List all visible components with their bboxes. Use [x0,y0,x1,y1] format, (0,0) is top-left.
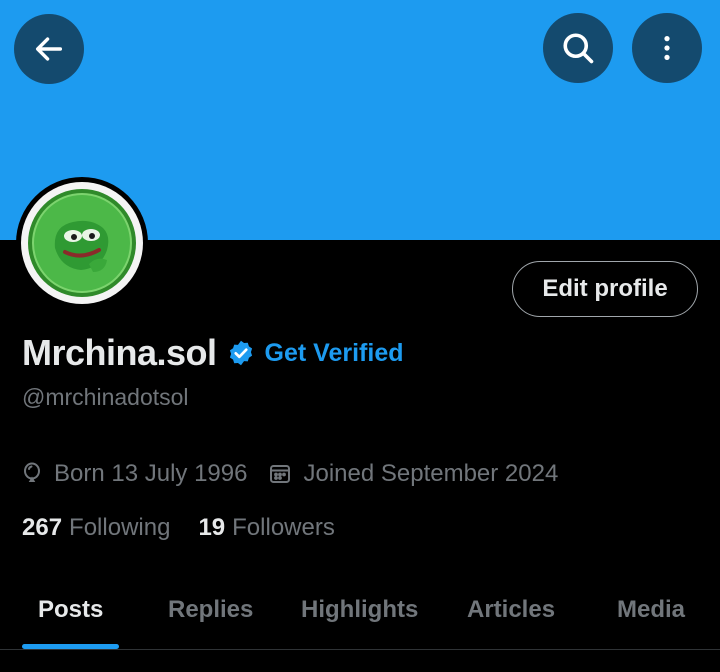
avatar-image [21,182,143,304]
user-handle: @mrchinadotsol [22,384,189,410]
tab-replies[interactable]: Replies [168,584,253,636]
following-count: 267 [22,514,63,541]
balloon-icon [22,462,42,486]
profile-meta: Born 13 July 1996 Joined September 2024 [22,460,558,488]
edit-profile-button[interactable]: Edit profile [512,261,698,317]
tab-articles[interactable]: Articles [467,584,555,636]
tab-posts[interactable]: Posts [38,584,103,636]
profile-tabs: Posts Replies Highlights Articles Media [0,584,720,649]
display-name: Mrchina.sol [22,332,217,373]
following-link[interactable]: 267 Following [22,514,170,542]
following-label: Following [69,514,171,541]
profile-page: Edit profile Mrchina.sol Get Verified @m… [0,0,720,672]
more-options-button[interactable] [632,13,702,83]
get-verified-link[interactable]: Get Verified [265,339,404,368]
pepe-coin-icon [28,189,136,297]
followers-count: 19 [198,514,226,541]
tab-divider [0,649,720,650]
followers-link[interactable]: 19 Followers [198,514,334,542]
birthday-text: Born 13 July 1996 [54,460,248,487]
arrow-left-icon [35,37,63,61]
more-vertical-icon [664,36,670,60]
name-row: Mrchina.sol Get Verified [22,332,404,374]
search-icon [563,33,594,64]
verified-badge-icon[interactable] [227,339,255,367]
birthday-item: Born 13 July 1996 [22,460,247,488]
follow-stats: 267 Following 19 Followers [22,514,335,542]
tab-media[interactable]: Media [617,584,685,636]
followers-label: Followers [232,514,335,541]
tab-highlights[interactable]: Highlights [301,584,418,636]
joined-item: Joined September 2024 [269,460,558,488]
back-button[interactable] [14,14,84,84]
joined-text: Joined September 2024 [303,460,559,487]
calendar-icon [269,463,291,485]
search-button[interactable] [543,13,613,83]
avatar[interactable] [16,177,148,309]
